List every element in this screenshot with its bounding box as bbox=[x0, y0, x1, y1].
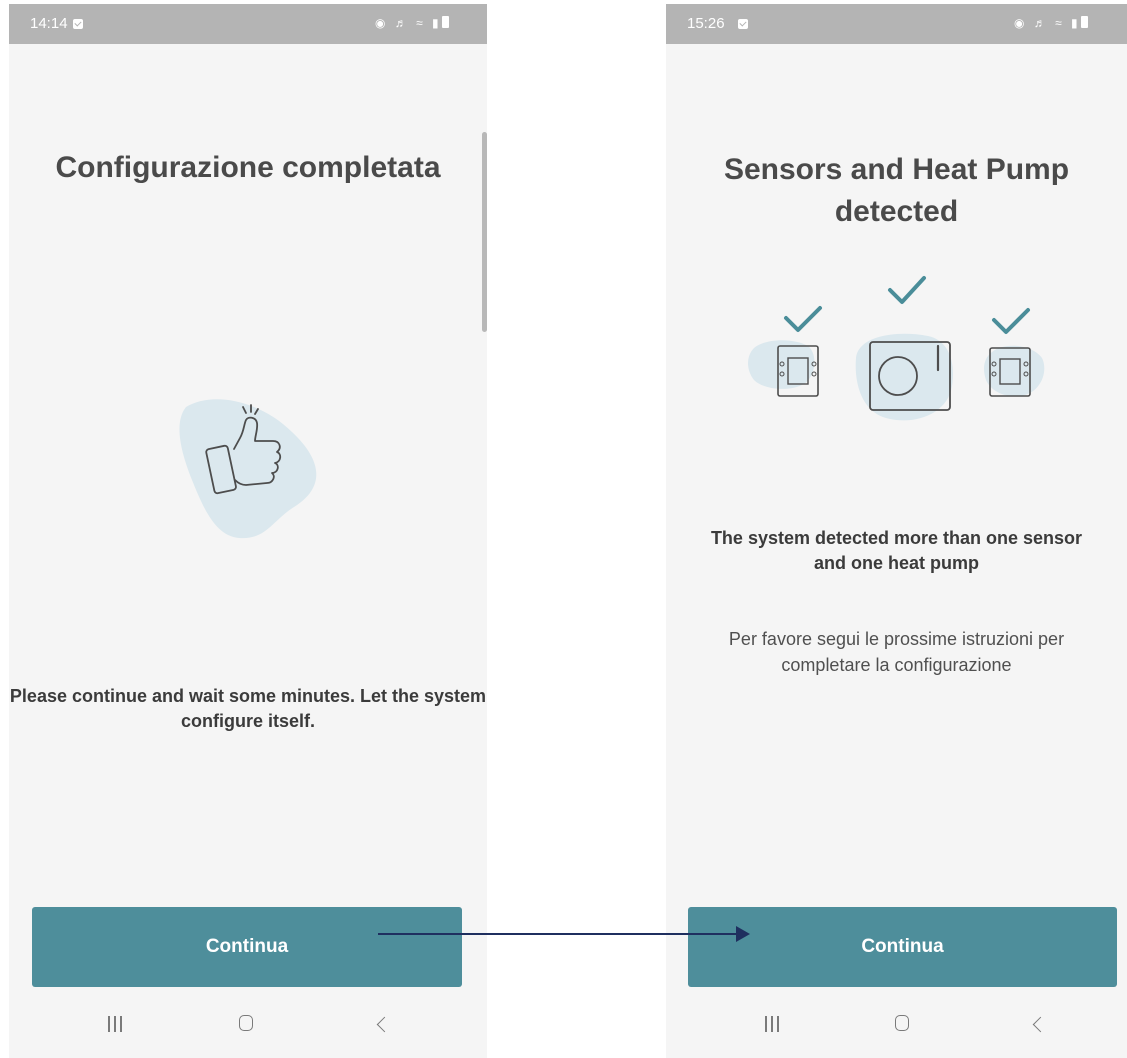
scrollbar[interactable] bbox=[482, 132, 487, 332]
illustration-blob bbox=[179, 399, 317, 539]
status-icons: ◉ ♬ ≈ ▮ bbox=[1014, 16, 1088, 30]
check-icon bbox=[784, 306, 822, 332]
status-time: 15:26 bbox=[687, 15, 725, 32]
android-nav-bar bbox=[666, 998, 1127, 1058]
continue-button[interactable]: Continua bbox=[32, 907, 462, 987]
android-nav-bar bbox=[9, 998, 487, 1058]
recents-icon[interactable] bbox=[765, 1016, 779, 1032]
right-screen: 15:26 ◉ ♬ ≈ ▮ Sensors and Heat Pump dete… bbox=[666, 4, 1127, 1058]
battery-icon bbox=[441, 16, 449, 28]
page-title: Configurazione completata bbox=[55, 151, 441, 184]
home-icon[interactable] bbox=[239, 1015, 253, 1031]
back-icon[interactable] bbox=[1032, 1016, 1049, 1033]
heat-pump-icon bbox=[855, 276, 953, 421]
battery-icon bbox=[1080, 16, 1088, 28]
sensor-icon bbox=[748, 306, 822, 397]
home-icon[interactable] bbox=[895, 1015, 909, 1031]
instructions-message: Per favore segui le prossime istruzioni … bbox=[728, 629, 1065, 675]
back-icon[interactable] bbox=[376, 1016, 393, 1033]
left-screen: 14:14 ◉ ♬ ≈ ▮ Configurazione completata … bbox=[9, 4, 487, 1058]
notification-icon bbox=[738, 19, 748, 29]
recents-icon[interactable] bbox=[108, 1016, 122, 1032]
check-icon bbox=[992, 308, 1030, 334]
status-bar: 15:26 ◉ ♬ ≈ ▮ bbox=[666, 4, 1127, 44]
sensor-icon bbox=[984, 308, 1045, 397]
detection-message: The system detected more than one sensor… bbox=[710, 528, 1083, 573]
notification-icon bbox=[73, 19, 83, 29]
info-message: Please continue and wait some minutes. L… bbox=[9, 686, 487, 731]
continue-button[interactable]: Continua bbox=[688, 907, 1117, 987]
thumbs-up-icon bbox=[179, 399, 317, 539]
check-icon bbox=[888, 276, 926, 304]
status-bar: 14:14 ◉ ♬ ≈ ▮ bbox=[9, 4, 487, 44]
devices-detected-illustration bbox=[748, 276, 1045, 421]
page-title: Sensors and Heat Pump detected bbox=[723, 153, 1070, 228]
status-icons: ◉ ♬ ≈ ▮ bbox=[375, 16, 449, 30]
flow-arrow-head bbox=[736, 926, 750, 942]
status-time: 14:14 bbox=[30, 15, 68, 32]
flow-arrow-line bbox=[378, 933, 738, 935]
